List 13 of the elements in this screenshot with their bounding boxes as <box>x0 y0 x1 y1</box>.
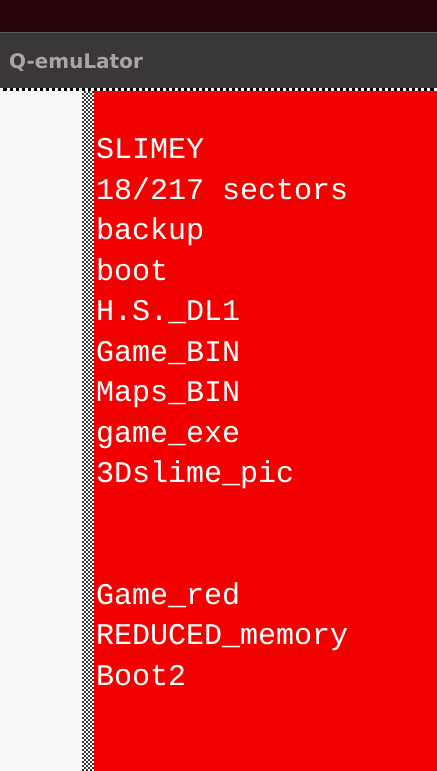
screen-text-line: H.S._DL1 <box>96 295 242 332</box>
screen-text-line: Boot2 <box>96 660 188 696</box>
window-title: Q-emuLator <box>9 48 143 72</box>
screen-text-line: game_exe <box>96 416 242 454</box>
screen-text-line: Game_red <box>96 578 242 616</box>
screen-text-line: Game_BIN <box>96 336 242 372</box>
screen-text-line: 3Dslime_pic <box>96 457 296 494</box>
screen-text-line: 18/217 sectors <box>96 174 350 210</box>
screen-text-line: boot <box>96 254 170 292</box>
screen-text-line: backup <box>96 214 206 251</box>
screen-text-line: SLIMEY <box>96 133 206 170</box>
screen-text-line: REDUCED_memory <box>96 619 350 656</box>
screen-text-line: Maps_BIN <box>96 376 242 413</box>
